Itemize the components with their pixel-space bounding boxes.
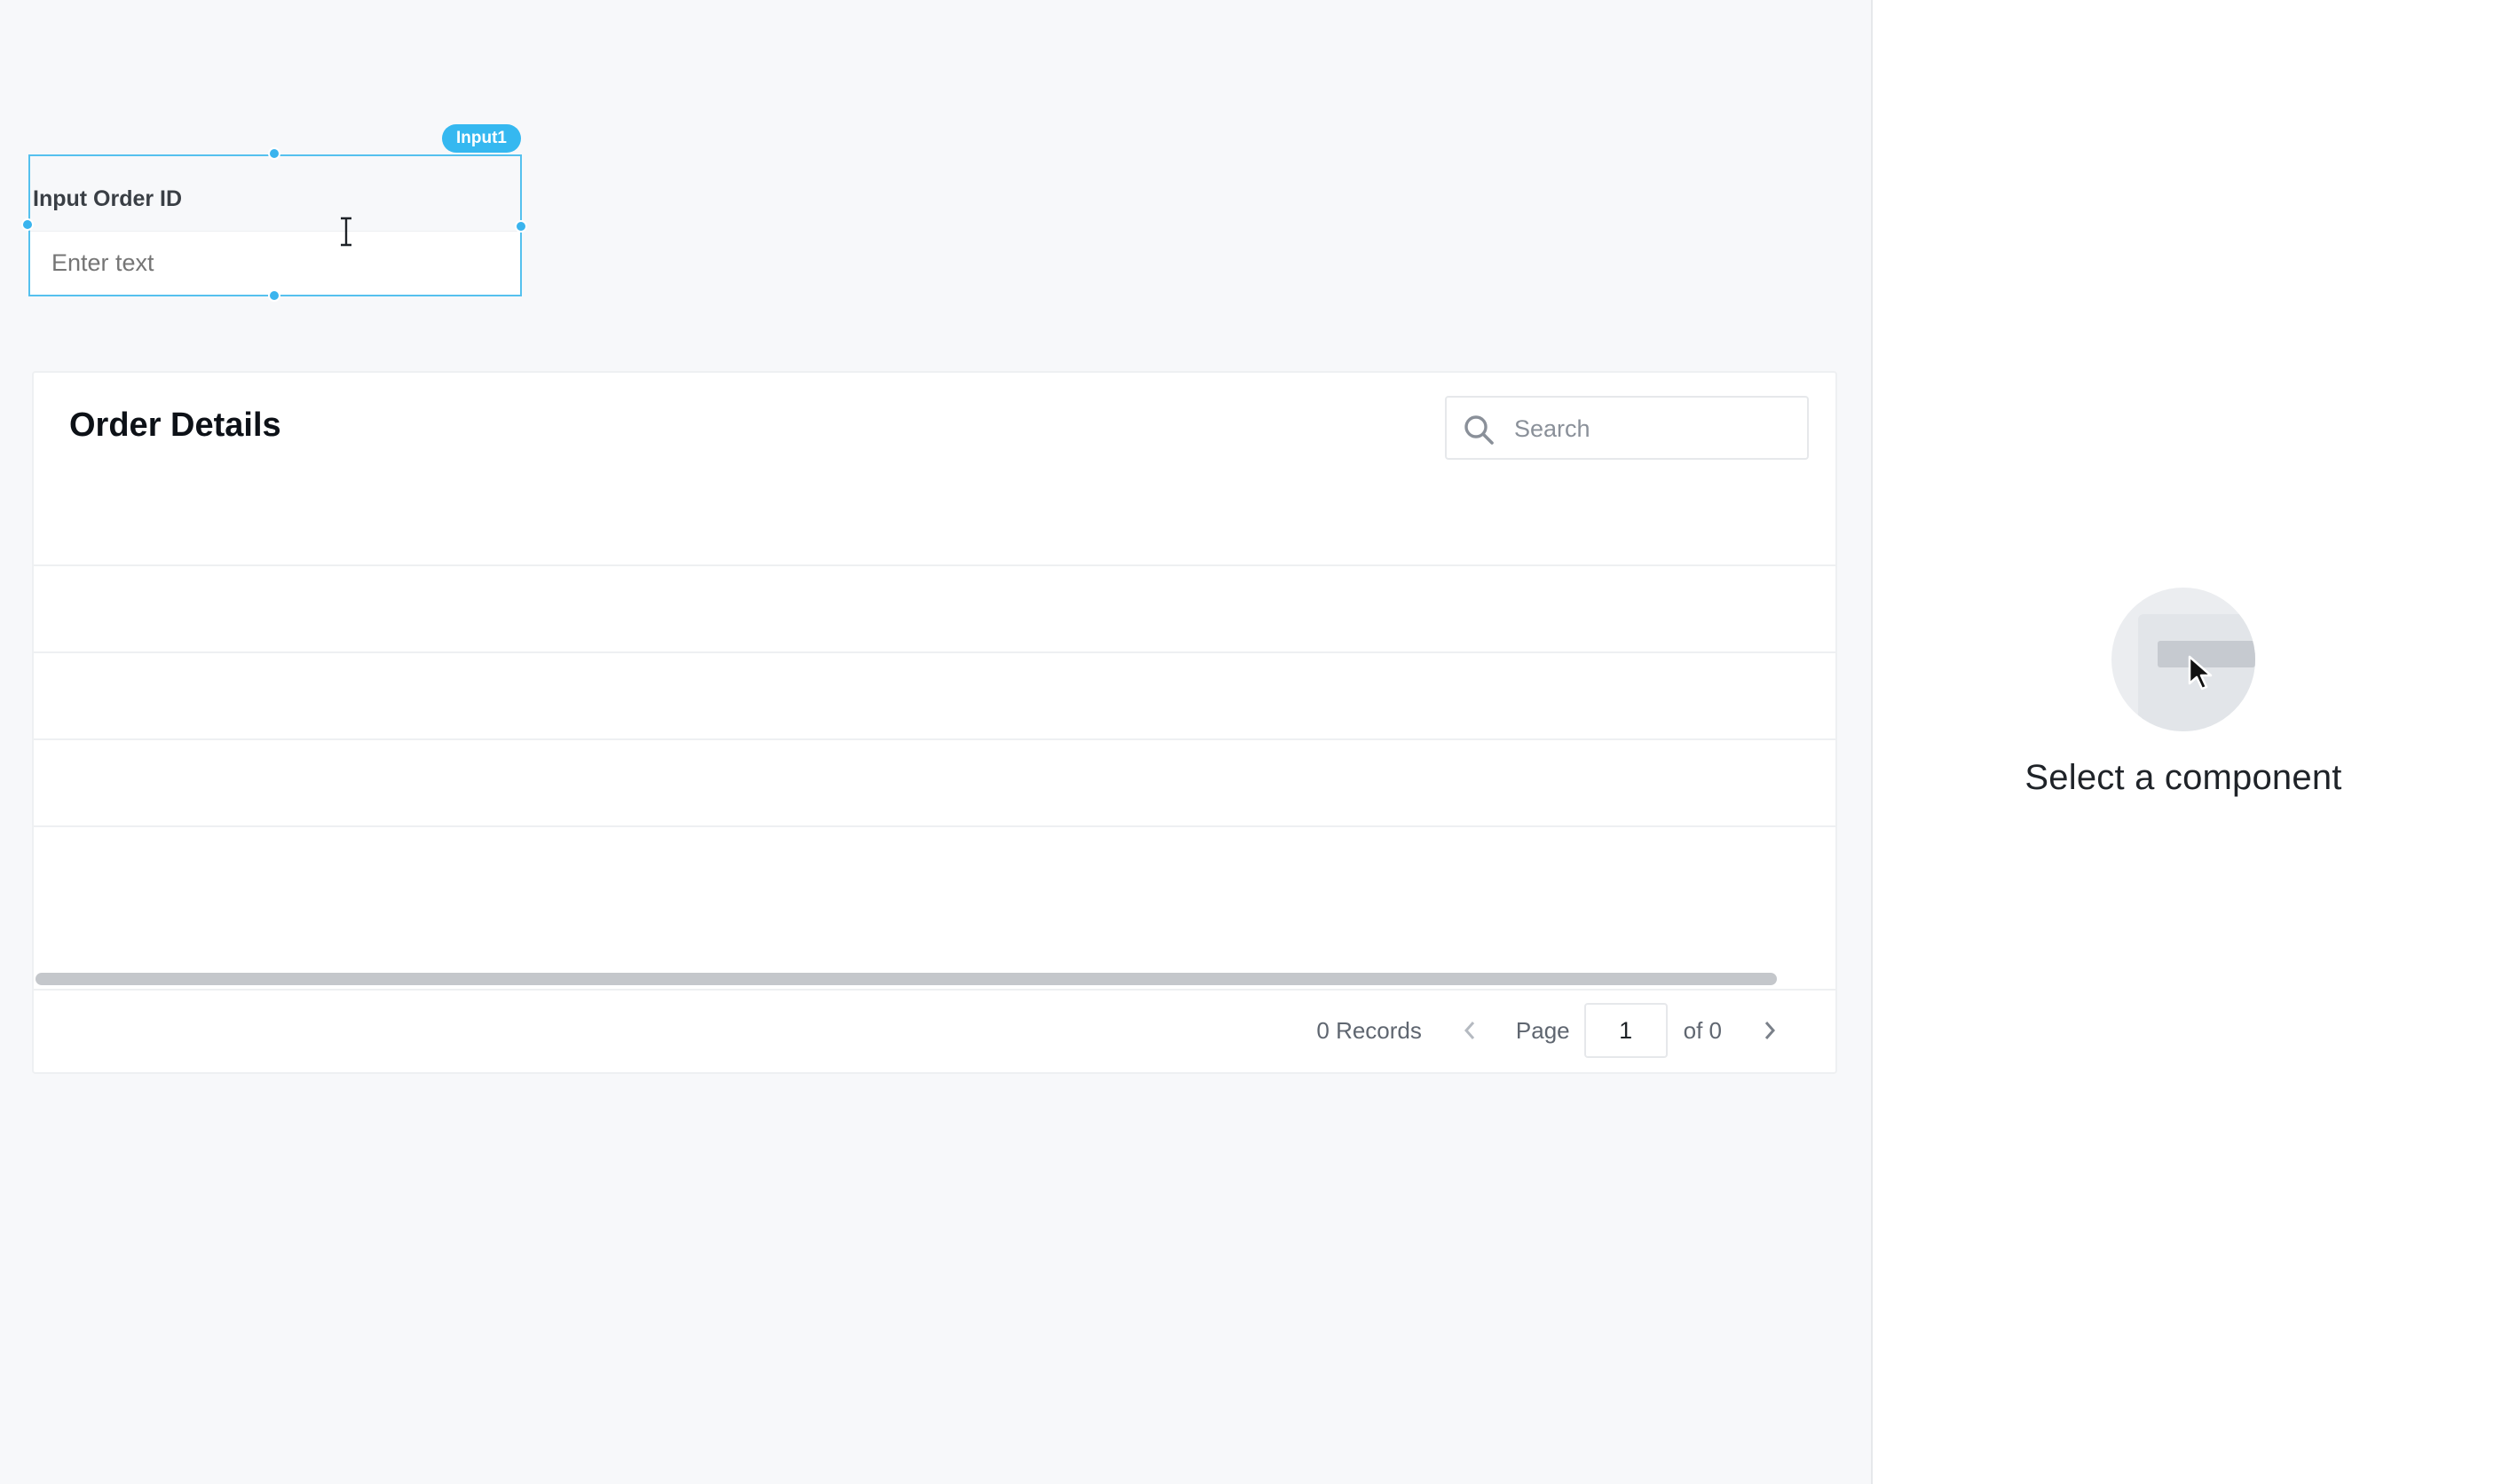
page-label: Page <box>1515 1016 1570 1044</box>
table-row-divider <box>34 738 1835 740</box>
empty-state: Select a component <box>1873 588 2494 798</box>
text-cursor-icon <box>341 217 351 247</box>
table-search-box[interactable]: Search <box>1445 396 1809 460</box>
table-title: Order Details <box>69 407 281 444</box>
search-placeholder: Search <box>1514 415 1590 442</box>
horizontal-scrollbar[interactable] <box>36 973 1777 985</box>
chevron-right-icon[interactable] <box>1757 1018 1782 1043</box>
property-pane: Select a component <box>1871 0 2494 1484</box>
resize-handle-top[interactable] <box>268 147 280 160</box>
resize-handle-right[interactable] <box>515 220 527 233</box>
input-widget-selected[interactable]: Input Order ID <box>28 154 522 296</box>
select-component-icon <box>2111 588 2255 731</box>
resize-handle-left[interactable] <box>21 218 34 231</box>
table-row-divider <box>34 564 1835 566</box>
page-total-label: of 0 <box>1683 1016 1722 1044</box>
page-number-input[interactable] <box>1583 1003 1668 1058</box>
records-count: 0 Records <box>1316 1016 1422 1044</box>
editor-canvas[interactable]: Input Order ID Input1 Order Details Sear… <box>0 0 1871 1484</box>
input-label: Input Order ID <box>33 186 183 211</box>
resize-handle-bottom[interactable] <box>268 289 280 302</box>
chevron-left-icon[interactable] <box>1457 1018 1482 1043</box>
search-icon <box>1464 415 1494 445</box>
empty-state-title: Select a component <box>2024 758 2342 797</box>
table-row-divider <box>34 825 1835 827</box>
order-id-input[interactable] <box>30 231 520 295</box>
table-footer-divider <box>34 989 1835 991</box>
table-pagination: 0 Records Page of 0 <box>1316 999 1782 1062</box>
widget-name-badge[interactable]: Input1 <box>442 124 521 153</box>
table-row-divider <box>34 651 1835 653</box>
table-widget[interactable]: Order Details Search 0 Records Page of 0 <box>32 371 1837 1074</box>
